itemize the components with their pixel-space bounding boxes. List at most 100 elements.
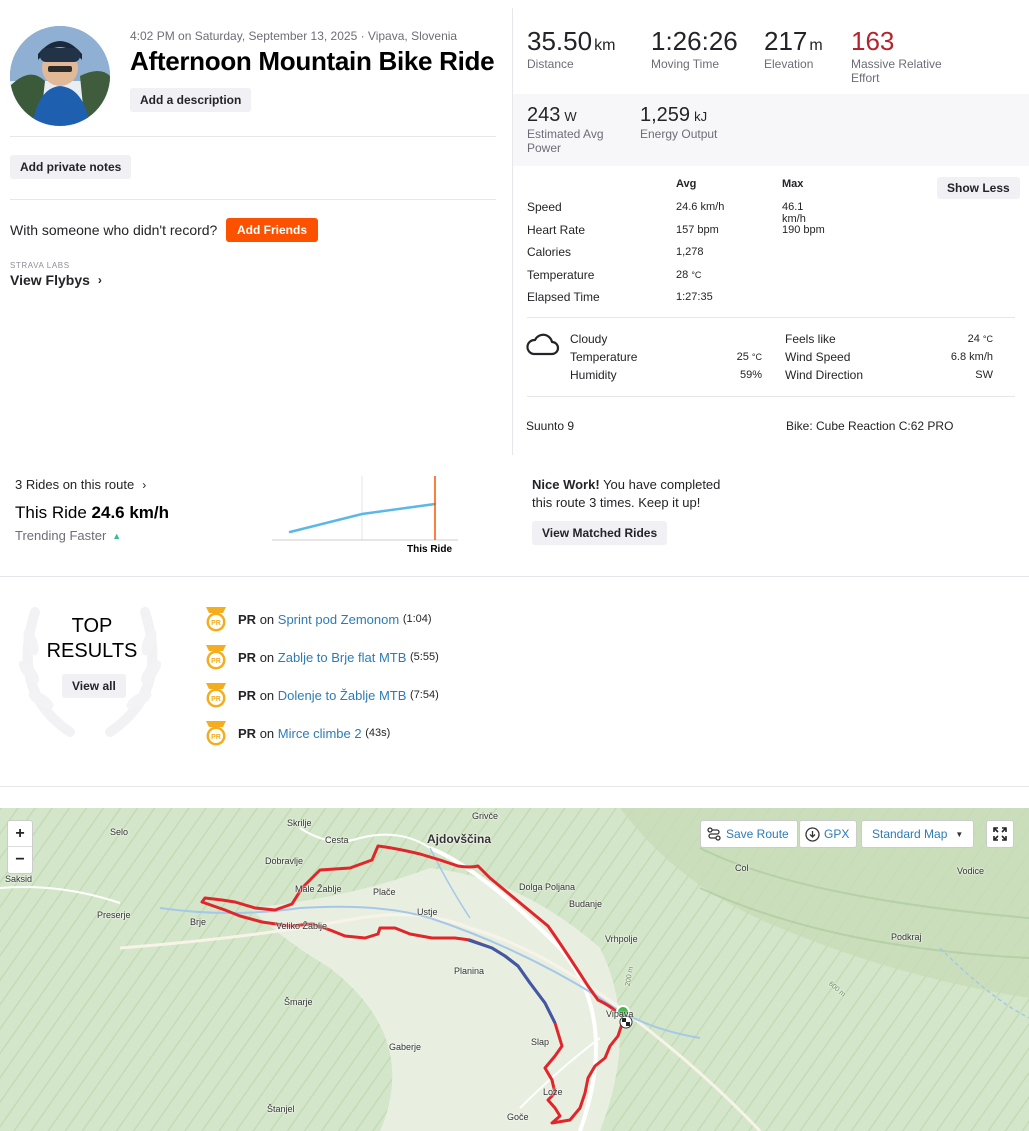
- pr-badge-text: PR: [211, 696, 221, 703]
- pr-badge-text: PR: [211, 734, 221, 741]
- stat-relative-effort[interactable]: 163 Massive Relative Effort: [851, 26, 942, 85]
- map-label: Saksid: [5, 874, 33, 884]
- row-max-value: 46.1: [782, 201, 804, 213]
- row-label: Elapsed Time: [527, 290, 600, 304]
- row-avg: 28 °C: [676, 269, 701, 281]
- map-label: Vodice: [957, 866, 985, 876]
- map-label: Vipava: [606, 1009, 634, 1019]
- avg-column-header: Avg: [676, 178, 697, 190]
- chevron-right-icon: ›: [97, 273, 102, 287]
- segment-link[interactable]: Dolenje to Žablje MTB: [278, 688, 407, 703]
- row-avg-value: 24.6: [676, 201, 698, 213]
- this-ride-value: 24.6 km/h: [91, 503, 170, 522]
- nice-work-message-2: this route 3 times. Keep it up!: [532, 495, 701, 510]
- map-label: Cesta: [325, 835, 349, 845]
- stat-elevation-value: 217: [764, 26, 808, 56]
- with-someone-text: With someone who didn't record?: [10, 222, 218, 238]
- top-results-title: TOP RESULTS: [30, 614, 154, 664]
- max-column-header: Max: [782, 178, 804, 190]
- add-friends-button[interactable]: Add Friends: [226, 218, 319, 242]
- view-all-button[interactable]: View all: [62, 674, 126, 698]
- add-private-notes-button[interactable]: Add private notes: [10, 155, 132, 179]
- zoom-out-button[interactable]: −: [8, 847, 32, 873]
- caret-down-icon: ▼: [955, 829, 964, 839]
- avatar[interactable]: [10, 26, 110, 126]
- route-line: [200, 844, 633, 1125]
- stat-moving-time-label: Moving Time: [651, 57, 720, 71]
- stat-avg-power-label: Estimated Avg: [527, 127, 604, 141]
- stat-moving-time: 1:26:26 Moving Time: [651, 26, 738, 71]
- save-route-button[interactable]: Save Route: [700, 820, 798, 848]
- wind-direction-label: Wind Direction: [785, 368, 864, 382]
- row-avg-value: 157: [676, 223, 695, 236]
- stat-elevation: 217 m Elevation: [764, 26, 823, 71]
- map-label: Planina: [454, 966, 485, 976]
- weather-condition: Cloudy: [570, 332, 608, 346]
- view-flybys-label: View Flybys: [10, 272, 90, 288]
- row-avg-unit: km/h: [700, 201, 725, 213]
- add-description-button[interactable]: Add a description: [130, 88, 252, 112]
- row-max: 190 bpm: [782, 224, 825, 236]
- feels-like-value: 24: [967, 333, 980, 345]
- table-row: Calories 1,278: [527, 244, 827, 267]
- list-item: PR PR on Dolenje to Žablje MTB (7:54): [204, 676, 439, 714]
- show-less-button[interactable]: Show Less: [937, 177, 1020, 199]
- view-flybys-link[interactable]: View Flybys ›: [10, 272, 102, 288]
- fullscreen-icon: [993, 827, 1007, 841]
- segment-time: (5:55): [410, 651, 439, 663]
- fullscreen-button[interactable]: [986, 820, 1014, 848]
- pr-badge-text: PR: [211, 620, 221, 627]
- pr-medal-icon: PR: [206, 645, 226, 670]
- gpx-button[interactable]: GPX: [799, 820, 858, 848]
- map-style-select[interactable]: Standard Map ▼: [861, 820, 975, 848]
- rides-on-route-label: 3 Rides on this route: [15, 477, 135, 492]
- map-label: Dobravlje: [265, 856, 304, 866]
- stat-avg-power-label2: Power: [527, 141, 562, 155]
- route-icon: [707, 827, 721, 841]
- route-map[interactable]: Grivče Selo Skrilje Cesta Ajdovščina Sak…: [0, 808, 1029, 1131]
- segment-time: (1:04): [402, 613, 432, 625]
- row-avg: 1,278: [676, 246, 704, 258]
- map-label: Ajdovščina: [427, 832, 492, 846]
- on-text: on: [259, 725, 275, 741]
- segment-link[interactable]: Zablje to Brje flat MTB: [278, 650, 407, 665]
- list-item: PR PR on Sprint pod Zemonom (1:04): [204, 600, 439, 638]
- nice-work-bold: Nice Work!: [532, 477, 600, 492]
- table-row: Heart Rate 157 bpm 190 bpm: [527, 222, 827, 245]
- feels-like-unit: °C: [982, 334, 993, 344]
- bike-name: Bike: Cube Reaction C:62 PRO: [786, 419, 954, 433]
- feels-like: 24 °C: [900, 333, 993, 345]
- stat-avg-power-unit: W: [564, 109, 577, 124]
- zoom-in-button[interactable]: +: [8, 821, 32, 847]
- on-text: on: [259, 687, 275, 703]
- map-label: Grivče: [472, 811, 499, 821]
- stat-energy-output-value: 1,259: [640, 104, 691, 126]
- row-label: Calories: [527, 245, 572, 259]
- row-avg-value: 28: [676, 268, 689, 281]
- weather-temperature-unit: °C: [751, 352, 762, 362]
- stat-energy-output-unit: kJ: [694, 109, 708, 124]
- top-results-title-line1: TOP: [71, 615, 113, 637]
- segment-link[interactable]: Mirce climbe 2: [278, 726, 362, 741]
- weather-temperature-label: Temperature: [570, 350, 638, 364]
- weather-temperature-value: 25: [736, 351, 749, 363]
- pr-label: PR: [238, 725, 257, 741]
- map-label: Lože: [543, 1087, 563, 1097]
- pr-label: PR: [238, 687, 257, 703]
- map-label: Slap: [531, 1037, 550, 1047]
- download-icon: [805, 826, 820, 842]
- trending: Trending Faster ▲: [15, 528, 121, 543]
- map-label: Budanje: [569, 899, 603, 909]
- stat-relative-effort-label: Massive Relative: [851, 57, 942, 71]
- trending-label: Trending Faster: [15, 528, 107, 543]
- view-matched-rides-button[interactable]: View Matched Rides: [532, 521, 668, 545]
- map-label: Šmarje: [284, 997, 313, 1007]
- segment-link[interactable]: Sprint pod Zemonom: [278, 612, 399, 627]
- map-label: Col: [735, 863, 749, 873]
- pr-badge-text: PR: [211, 658, 221, 665]
- row-max-value: 190: [782, 223, 801, 236]
- feels-like-label: Feels like: [785, 332, 836, 346]
- rides-on-route-link[interactable]: 3 Rides on this route ›: [15, 477, 146, 492]
- stat-elevation-label: Elevation: [764, 57, 814, 71]
- map-label: Plače: [373, 887, 396, 897]
